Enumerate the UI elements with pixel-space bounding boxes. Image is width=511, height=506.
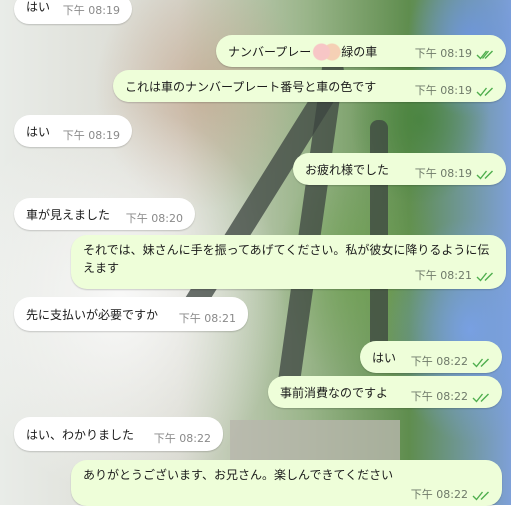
- double-check-icon: [476, 272, 493, 282]
- message-time: 下午 08:21: [415, 267, 494, 285]
- message-bubble-incoming[interactable]: はい、わかりました 下午 08:22: [14, 417, 223, 451]
- message-bubble-outgoing[interactable]: それでは、妹さんに手を振ってあげてください。私が彼女に降りるように伝えます 下午…: [71, 235, 506, 289]
- double-check-icon: [472, 358, 489, 368]
- message-bubble-incoming[interactable]: はい 下午 08:19: [14, 115, 132, 147]
- message-text: はい: [26, 0, 51, 14]
- double-check-icon: [472, 393, 489, 403]
- double-check-icon: [476, 170, 493, 180]
- message-text: 先に支払いが必要ですか: [26, 308, 159, 322]
- message-text: はい: [372, 351, 397, 365]
- message-text: はい: [26, 125, 51, 139]
- message-text: ありがとうございます、お兄さん。楽しんできてください: [83, 468, 394, 482]
- message-time: 下午 08:19: [415, 82, 494, 100]
- message-text: ナンバープレー 緑の車: [228, 41, 377, 63]
- message-bubble-outgoing[interactable]: 事前消費なのですよ 下午 08:22: [268, 376, 502, 408]
- message-bubble-outgoing[interactable]: はい 下午 08:22: [360, 341, 502, 373]
- message-time: 下午 08:21: [178, 312, 236, 325]
- message-text: 事前消費なのですよ: [280, 386, 389, 400]
- message-time: 下午 08:19: [415, 165, 494, 183]
- double-check-icon: [472, 491, 489, 501]
- message-time: 下午 08:22: [411, 388, 490, 406]
- message-time: 下午 08:19: [62, 4, 120, 17]
- message-time: 下午 08:19: [62, 129, 120, 142]
- message-text: お疲れ様でした: [305, 163, 390, 177]
- message-time: 下午 08:22: [411, 353, 490, 371]
- double-check-icon: [476, 50, 493, 60]
- message-bubble-incoming[interactable]: 先に支払いが必要ですか 下午 08:21: [14, 297, 248, 331]
- message-time: 下午 08:22: [153, 432, 211, 445]
- message-text: これは車のナンバープレート番号と車の色です: [125, 80, 377, 94]
- message-time: 下午 08:22: [411, 486, 490, 504]
- message-time: 下午 08:19: [415, 45, 494, 63]
- couple-emoji-icon: [311, 41, 342, 63]
- message-bubble-outgoing[interactable]: これは車のナンバープレート番号と車の色です 下午 08:19: [113, 70, 506, 102]
- double-check-icon: [476, 87, 493, 97]
- message-bubble-incoming[interactable]: 車が見えました 下午 08:20: [14, 198, 195, 230]
- message-bubble-outgoing[interactable]: ナンバープレー 緑の車 下午 08:19: [216, 35, 506, 67]
- message-bubble-outgoing[interactable]: お疲れ様でした 下午 08:19: [293, 153, 506, 185]
- message-bubble-outgoing[interactable]: ありがとうございます、お兄さん。楽しんできてください 下午 08:22: [71, 460, 502, 506]
- message-bubble-incoming[interactable]: はい 下午 08:19: [14, 0, 132, 24]
- message-text: 車が見えました: [26, 208, 111, 222]
- message-text: はい、わかりました: [26, 428, 135, 442]
- message-time: 下午 08:20: [125, 212, 183, 225]
